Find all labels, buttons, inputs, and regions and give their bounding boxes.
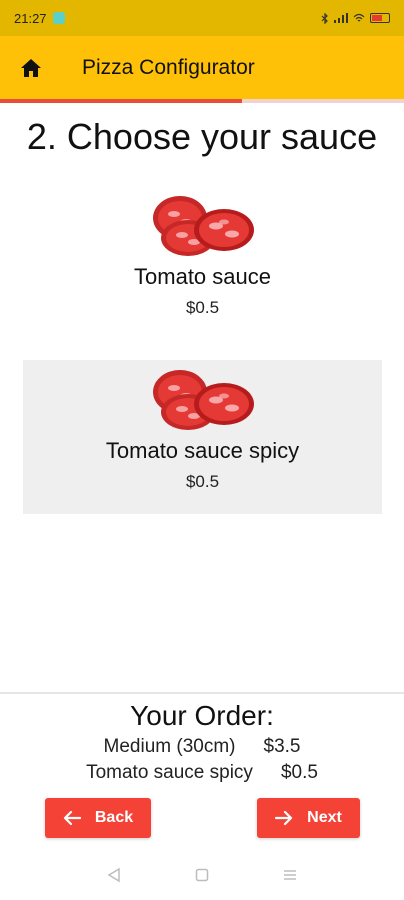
status-icons (321, 12, 390, 24)
order-price: $0.5 (280, 762, 318, 783)
battery-icon (370, 13, 390, 23)
order-divider (0, 692, 404, 694)
order-item: Medium (30cm) (103, 736, 236, 757)
square-home-icon (195, 868, 209, 882)
sauce-price: $0.5 (185, 472, 220, 491)
page-title: 2. Choose your sauce (26, 116, 378, 157)
menu-icon (284, 870, 296, 880)
notification-icon (52, 12, 65, 24)
back-label: Back (94, 809, 134, 826)
order-item: Tomato sauce spicy (86, 762, 253, 783)
order-line: Tomato sauce spicy $0.5 (0, 762, 404, 784)
sauce-price: $0.5 (185, 298, 220, 317)
app-bar: Pizza Configurator (0, 36, 404, 100)
system-nav-bar (0, 850, 404, 900)
tomato-slices-image (152, 370, 254, 430)
back-button[interactable]: Back (45, 798, 151, 838)
arrow-right-icon (275, 810, 293, 826)
tomato-slices-image (152, 196, 254, 256)
signal-icon (334, 13, 348, 23)
status-bar: 21:27 (0, 0, 404, 36)
status-time: 21:27 (14, 10, 47, 26)
app-title: Pizza Configurator (82, 56, 255, 79)
wifi-icon (353, 13, 365, 22)
nav-menu-button[interactable] (278, 863, 302, 887)
sauce-name: Tomato sauce spicy (105, 438, 300, 463)
order-heading: Your Order: (130, 700, 274, 731)
order-line: Medium (30cm) $3.5 (0, 736, 404, 758)
step-progress-bar (0, 99, 404, 103)
sauce-name: Tomato sauce (134, 264, 271, 289)
sauce-option-tomato[interactable]: Tomato sauce $0.5 (23, 186, 382, 336)
order-price: $3.5 (263, 736, 301, 757)
bluetooth-icon (321, 12, 328, 24)
home-icon (21, 59, 41, 77)
triangle-back-icon (107, 867, 120, 883)
home-button[interactable] (0, 36, 62, 100)
arrow-left-icon (63, 810, 81, 826)
sauce-option-tomato-spicy[interactable]: Tomato sauce spicy $0.5 (23, 360, 382, 514)
step-progress-fill (0, 99, 243, 103)
nav-home-button[interactable] (190, 863, 214, 887)
next-label: Next (307, 809, 342, 826)
nav-back-button[interactable] (102, 863, 126, 887)
next-button[interactable]: Next (257, 798, 360, 838)
